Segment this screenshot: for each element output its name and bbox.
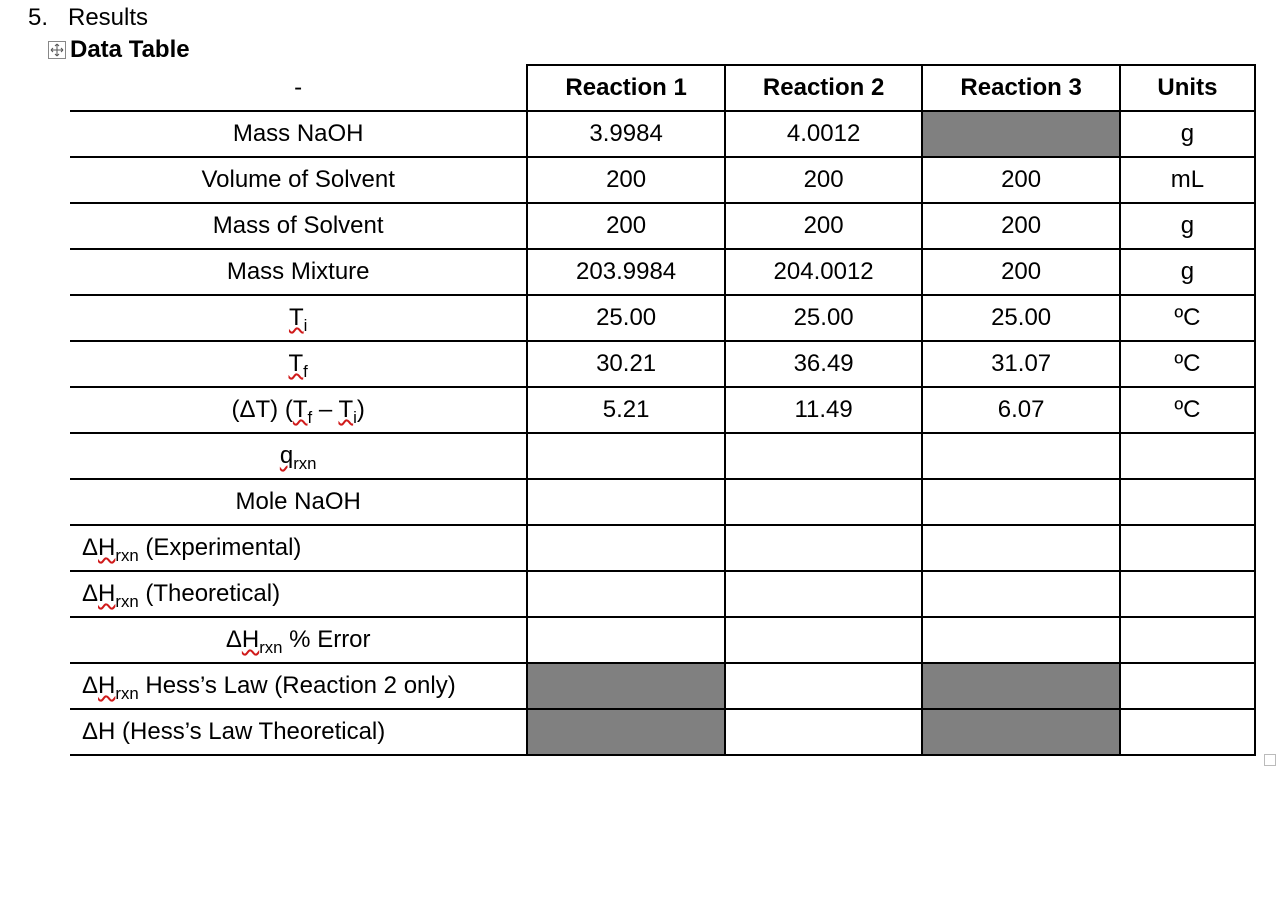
table-row: Tf30.2136.4931.07ºC [70,341,1255,387]
cell-reaction-2: 36.49 [725,341,923,387]
header-reaction-1: Reaction 1 [527,65,725,111]
cell-reaction-3: 25.00 [922,295,1120,341]
row-label: Mass NaOH [70,111,527,157]
cell-reaction-2: 11.49 [725,387,923,433]
cell-reaction-1 [527,433,725,479]
cell-units: g [1120,203,1255,249]
cell-reaction-1 [527,525,725,571]
cell-reaction-3 [922,525,1120,571]
cell-reaction-3: 200 [922,157,1120,203]
row-label: Tf [70,341,527,387]
cell-reaction-1 [527,663,725,709]
section-title: Results [68,4,148,32]
cell-reaction-1: 200 [527,203,725,249]
cell-units [1120,571,1255,617]
list-number: 5. [24,4,48,32]
table-row: Mole NaOH [70,479,1255,525]
row-label: Ti [70,295,527,341]
row-label: Mass of Solvent [70,203,527,249]
cell-reaction-2: 4.0012 [725,111,923,157]
row-label: ΔHrxn (Experimental) [70,525,527,571]
data-table: - Reaction 1 Reaction 2 Reaction 3 Units… [70,64,1256,756]
header-reaction-3: Reaction 3 [922,65,1120,111]
cell-reaction-1: 30.21 [527,341,725,387]
subheading-row: Data Table [48,36,1264,64]
table-row: (ΔT) (Tf – Ti)5.2111.496.07ºC [70,387,1255,433]
cell-units: ºC [1120,295,1255,341]
cell-units [1120,525,1255,571]
cell-reaction-1: 200 [527,157,725,203]
table-resize-handle-icon[interactable] [1264,754,1276,766]
cell-reaction-2: 200 [725,203,923,249]
row-label: ΔH (Hess’s Law Theoretical) [70,709,527,755]
cell-units [1120,479,1255,525]
table-row: Mass of Solvent200200200g [70,203,1255,249]
cell-units [1120,663,1255,709]
cell-reaction-3 [922,433,1120,479]
cell-reaction-1: 203.9984 [527,249,725,295]
table-row: ΔHrxn (Theoretical) [70,571,1255,617]
cell-units: g [1120,111,1255,157]
cell-reaction-1: 3.9984 [527,111,725,157]
cell-reaction-3 [922,571,1120,617]
header-blank: - [70,65,527,111]
row-label: Mass Mixture [70,249,527,295]
cell-reaction-3 [922,111,1120,157]
header-units: Units [1120,65,1255,111]
table-row: Mass Mixture203.9984204.0012200g [70,249,1255,295]
cell-reaction-3 [922,479,1120,525]
cell-reaction-2 [725,617,923,663]
row-label: qrxn [70,433,527,479]
cell-reaction-3: 6.07 [922,387,1120,433]
cell-reaction-2 [725,525,923,571]
table-row: ΔHrxn Hess’s Law (Reaction 2 only) [70,663,1255,709]
cell-reaction-2: 204.0012 [725,249,923,295]
cell-reaction-2 [725,433,923,479]
cell-reaction-2 [725,663,923,709]
cell-units [1120,433,1255,479]
cell-units [1120,709,1255,755]
cell-reaction-3: 200 [922,249,1120,295]
table-row: Ti25.0025.0025.00ºC [70,295,1255,341]
cell-units: ºC [1120,341,1255,387]
cell-reaction-2: 25.00 [725,295,923,341]
cell-reaction-3 [922,709,1120,755]
row-label: (ΔT) (Tf – Ti) [70,387,527,433]
table-row: ΔHrxn % Error [70,617,1255,663]
cell-units: ºC [1120,387,1255,433]
table-move-handle-icon[interactable] [48,41,66,59]
cell-units [1120,617,1255,663]
cell-reaction-3: 200 [922,203,1120,249]
row-label: ΔHrxn (Theoretical) [70,571,527,617]
table-title: Data Table [70,36,190,64]
table-row: ΔH (Hess’s Law Theoretical) [70,709,1255,755]
row-label: Volume of Solvent [70,157,527,203]
cell-units: g [1120,249,1255,295]
cell-reaction-1 [527,709,725,755]
cell-reaction-3: 31.07 [922,341,1120,387]
cell-reaction-1: 25.00 [527,295,725,341]
table-row: Mass NaOH3.99844.0012 g [70,111,1255,157]
cell-reaction-1: 5.21 [527,387,725,433]
cell-reaction-2: 200 [725,157,923,203]
row-label: Mole NaOH [70,479,527,525]
cell-reaction-2 [725,571,923,617]
cell-units: mL [1120,157,1255,203]
table-row: ΔHrxn (Experimental) [70,525,1255,571]
cell-reaction-3 [922,663,1120,709]
row-label: ΔHrxn % Error [70,617,527,663]
section-heading: 5. Results [24,4,1264,32]
cell-reaction-1 [527,571,725,617]
header-reaction-2: Reaction 2 [725,65,923,111]
table-row: Volume of Solvent200200200mL [70,157,1255,203]
cell-reaction-3 [922,617,1120,663]
cell-reaction-2 [725,709,923,755]
cell-reaction-1 [527,479,725,525]
cell-reaction-1 [527,617,725,663]
table-header-row: - Reaction 1 Reaction 2 Reaction 3 Units [70,65,1255,111]
row-label: ΔHrxn Hess’s Law (Reaction 2 only) [70,663,527,709]
table-row: qrxn [70,433,1255,479]
cell-reaction-2 [725,479,923,525]
